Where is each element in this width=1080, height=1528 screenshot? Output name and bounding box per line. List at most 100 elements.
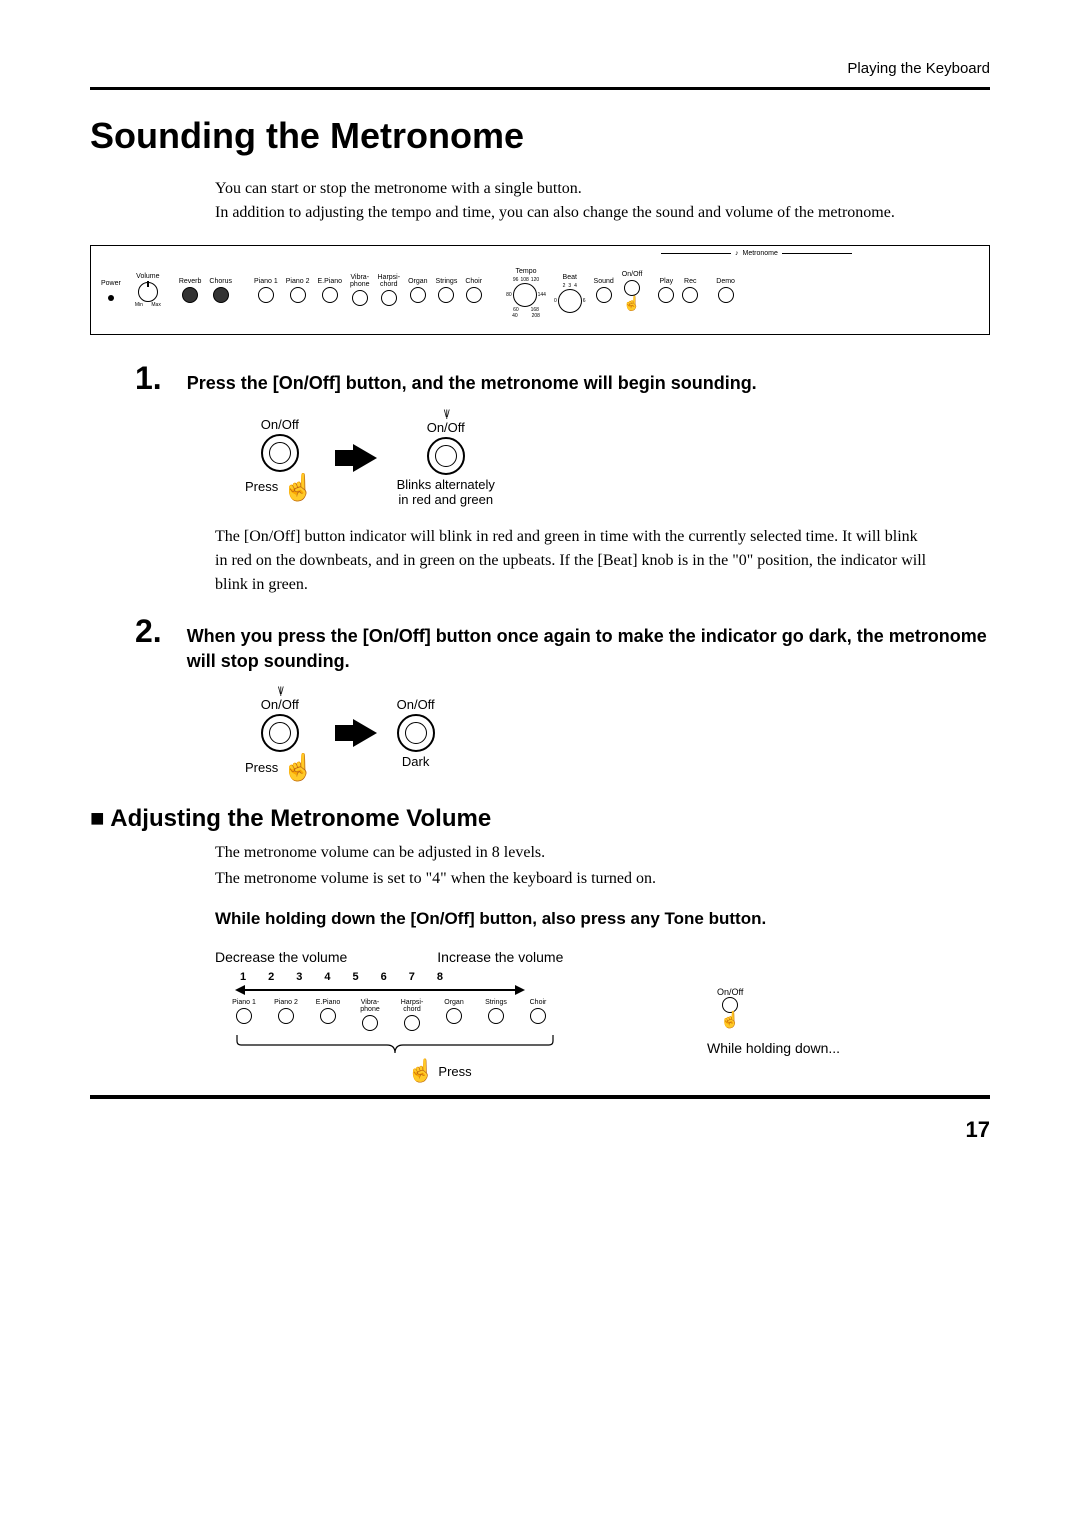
onoff-label: On/Off <box>622 271 643 278</box>
arrow-left-icon <box>235 985 245 995</box>
tone-label: Harpsi- chord <box>378 274 401 288</box>
press-caption: Press <box>245 760 278 775</box>
onoff-button-large-icon <box>261 434 299 472</box>
rec-button-icon <box>682 287 698 303</box>
level-number: 2 <box>268 971 274 983</box>
tone-label: Vibra- phone <box>360 999 379 1013</box>
tone-button-icon <box>438 287 454 303</box>
tone-button-icon <box>320 1008 336 1024</box>
chorus-button-icon <box>213 287 229 303</box>
volume-illustration: Decrease the volume Increase the volume … <box>215 949 990 1065</box>
step-number: 1. <box>135 360 162 397</box>
play-label: Play <box>659 278 673 285</box>
page-title: Sounding the Metronome <box>90 115 990 157</box>
step-1-illustration: On/Off Press ☝ \ | / On/Off Blinks alter… <box>245 409 990 507</box>
rule-top <box>90 87 990 90</box>
arrow-right-small-icon <box>515 985 525 995</box>
level-number: 5 <box>353 971 359 983</box>
blink-lines-icon: \ | / <box>444 409 448 420</box>
tone-label: E.Piano <box>316 999 341 1006</box>
level-number: 7 <box>409 971 415 983</box>
rec-label: Rec <box>684 278 696 285</box>
subsection-title: Adjusting the Metronome Volume <box>90 805 990 833</box>
step-instruction: When you press the [On/Off] button once … <box>187 624 990 674</box>
volume-knob-icon <box>138 282 158 302</box>
tone-button-icon <box>236 1008 252 1024</box>
tone-label: Harpsi- chord <box>401 999 424 1013</box>
step-2-heading: 2. When you press the [On/Off] button on… <box>135 613 990 674</box>
step-1-heading: 1. Press the [On/Off] button, and the me… <box>135 360 990 397</box>
onoff-caption: On/Off <box>261 417 299 432</box>
tone-button-icon <box>322 287 338 303</box>
volume-instruction: While holding down the [On/Off] button, … <box>215 907 990 931</box>
tone-button-icon <box>381 290 397 306</box>
onoff-button-large-icon <box>397 714 435 752</box>
tone-label: Choir <box>465 278 482 285</box>
tone-label: Piano 2 <box>274 999 298 1006</box>
press-caption: Press <box>438 1064 471 1079</box>
beat-label: Beat <box>563 274 577 281</box>
tone-label: E.Piano <box>318 278 343 285</box>
tempo-label: Tempo <box>516 268 537 275</box>
blink-caption: Blinks alternately in red and green <box>397 477 495 507</box>
power-label: Power <box>101 280 121 287</box>
tone-button-icon <box>488 1008 504 1024</box>
tone-button-icon <box>446 1008 462 1024</box>
hand-pointer-icon: ☝ <box>282 754 314 780</box>
press-caption: Press <box>245 479 278 494</box>
tone-label: Choir <box>530 999 547 1006</box>
brace-icon <box>227 1035 567 1060</box>
tone-button-icon <box>258 287 274 303</box>
tone-button-icon <box>290 287 306 303</box>
tone-label: Strings <box>485 999 507 1006</box>
chorus-label: Chorus <box>209 278 232 285</box>
onoff-button-icon <box>722 997 738 1013</box>
tone-button-icon <box>352 290 368 306</box>
decrease-label: Decrease the volume <box>215 949 347 965</box>
step-2-illustration: \ | / On/Off Press ☝ On/Off Dark <box>245 686 990 780</box>
onoff-button-large-icon <box>261 714 299 752</box>
level-number: 4 <box>324 971 330 983</box>
while-holding-caption: While holding down... <box>707 1040 840 1056</box>
demo-button-icon <box>718 287 734 303</box>
level-number: 8 <box>437 971 443 983</box>
tone-button-icon <box>404 1015 420 1031</box>
metronome-section-label: Metronome <box>743 250 778 257</box>
tone-label: Organ <box>444 999 463 1006</box>
hand-pointer-icon: ☝ <box>282 474 314 500</box>
tone-label: Strings <box>436 278 458 285</box>
intro-paragraph: You can start or stop the metronome with… <box>215 177 930 225</box>
arrow-right-icon <box>335 719 377 747</box>
tone-label: Piano 2 <box>286 278 310 285</box>
tempo-knob-icon <box>513 283 537 307</box>
demo-label: Demo <box>716 278 735 285</box>
control-panel-diagram: ♪ Metronome Power Volume MinMax Reverb C… <box>90 245 990 335</box>
onoff-caption: On/Off <box>717 987 743 997</box>
tone-button-icon <box>362 1015 378 1031</box>
sound-label: Sound <box>594 278 614 285</box>
dark-caption: Dark <box>402 754 429 769</box>
tone-button-icon <box>530 1008 546 1024</box>
tone-label: Piano 1 <box>232 999 256 1006</box>
beat-knob-icon <box>558 289 582 313</box>
metronome-glyph: ♪ <box>735 250 739 257</box>
chapter-header: Playing the Keyboard <box>90 60 990 77</box>
rule-bottom <box>90 1095 990 1099</box>
step-instruction: Press the [On/Off] button, and the metro… <box>187 373 990 394</box>
sound-button-icon <box>596 287 612 303</box>
step-number: 2. <box>135 613 162 650</box>
hand-pointer-icon: ☝ <box>720 1013 740 1029</box>
reverb-label: Reverb <box>179 278 202 285</box>
blink-lines-icon: \ | / <box>278 686 282 697</box>
tone-label: Organ <box>408 278 427 285</box>
level-number: 3 <box>296 971 302 983</box>
volume-label: Volume <box>136 273 159 280</box>
power-button-icon <box>108 295 114 301</box>
subsection-para-2: The metronome volume is set to "4" when … <box>215 867 930 891</box>
tone-button-icon <box>410 287 426 303</box>
play-button-icon <box>658 287 674 303</box>
increase-label: Increase the volume <box>437 949 563 965</box>
tone-button-icon <box>466 287 482 303</box>
onoff-button-large-icon <box>427 437 465 475</box>
volume-range-labels: MinMax <box>135 302 161 308</box>
